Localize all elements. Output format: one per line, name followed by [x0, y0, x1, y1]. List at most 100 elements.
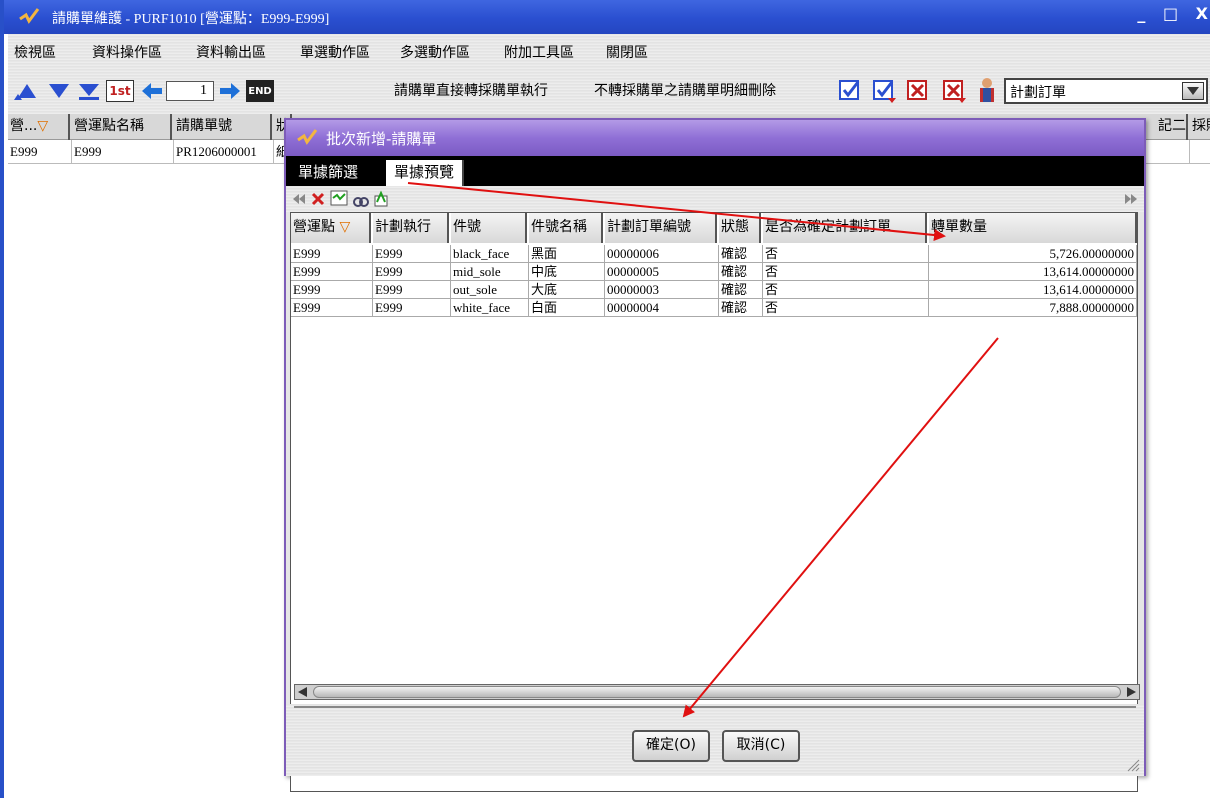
- dialog-title-bar: 批次新增-請購單: [286, 120, 1144, 156]
- cell-site: E999: [291, 299, 373, 317]
- scroll-thumb[interactable]: [313, 686, 1121, 698]
- cell-plan-exec: E999: [373, 245, 451, 263]
- last-record-icon[interactable]: [76, 80, 102, 102]
- dialog-footer: 確定(O) 取消(C): [286, 704, 1144, 776]
- first-page-icon[interactable]: 1st: [106, 80, 134, 102]
- cell-plan-exec: E999: [373, 299, 451, 317]
- cell-plan-order-no: 00000004: [605, 299, 719, 317]
- menu-data-output[interactable]: 資料輸出區: [196, 42, 266, 62]
- horizontal-scrollbar[interactable]: [294, 684, 1140, 700]
- col-header-status[interactable]: 狀態: [719, 213, 761, 243]
- cell-status: 確認: [719, 299, 763, 317]
- fast-forward-icon[interactable]: [1124, 192, 1138, 206]
- main-cell: E999: [72, 140, 174, 164]
- export-icon[interactable]: [372, 190, 390, 208]
- cell-status: 確認: [719, 245, 763, 263]
- cell-confirmed-plan: 否: [763, 245, 929, 263]
- cell-part-no: white_face: [451, 299, 529, 317]
- cell-part-name: 大底: [529, 281, 605, 299]
- confirm-button[interactable]: 確定(O): [632, 730, 710, 762]
- cell-plan-exec: E999: [373, 263, 451, 281]
- col-header-part-name[interactable]: 件號名稱: [529, 213, 603, 243]
- col-header-note2[interactable]: 記二: [1154, 114, 1188, 140]
- cell-transfer-qty: 5,726.00000000: [929, 245, 1137, 263]
- toolbar: 1st 1 END 請購單直接轉採購單執行 不轉採購單之請購單明細刪除 計劃訂單: [8, 66, 1210, 114]
- cell-part-name: 黑面: [529, 245, 605, 263]
- plan-order-select[interactable]: 計劃訂單: [1004, 78, 1208, 104]
- main-cell: [1154, 140, 1190, 164]
- delete-x-icon[interactable]: [310, 191, 326, 207]
- table-row[interactable]: E999 E999 mid_sole 中底 00000005 確認 否 13,6…: [291, 263, 1137, 281]
- uncheck-all-icon[interactable]: [942, 78, 968, 104]
- col-header-site-name[interactable]: 營運點名稱: [72, 114, 172, 140]
- resize-grip-icon[interactable]: [1126, 758, 1140, 772]
- menu-data-operation[interactable]: 資料操作區: [92, 42, 162, 62]
- next-record-icon[interactable]: [46, 80, 72, 102]
- record-number-input[interactable]: 1: [166, 81, 214, 101]
- cell-plan-order-no: 00000003: [605, 281, 719, 299]
- cell-plan-order-no: 00000005: [605, 263, 719, 281]
- tab-document-preview[interactable]: 單據預覽: [386, 160, 465, 186]
- col-header-requisition-no[interactable]: 請購單號: [174, 114, 272, 140]
- window-controls[interactable]: _ □ X: [1137, 4, 1210, 23]
- direct-convert-button[interactable]: 請購單直接轉採購單執行: [394, 80, 548, 100]
- col-header-plan-order-no[interactable]: 計劃訂單編號: [605, 213, 717, 243]
- col-header-confirmed-plan[interactable]: 是否為確定計劃訂單: [763, 213, 927, 243]
- col-header-plan-exec[interactable]: 計劃執行: [373, 213, 449, 243]
- check-icon[interactable]: [838, 78, 864, 104]
- delete-unconverted-button[interactable]: 不轉採購單之請購單明細刪除: [594, 80, 776, 100]
- cell-status: 確認: [719, 281, 763, 299]
- scroll-left-icon[interactable]: [296, 686, 310, 698]
- cell-status: 確認: [719, 263, 763, 281]
- link-icon[interactable]: [352, 191, 370, 209]
- window-title: 請購單維護 - PURF1010 [營運點：E999-E999]: [52, 12, 330, 27]
- forward-arrow-icon[interactable]: [218, 80, 242, 102]
- scroll-right-icon[interactable]: [1124, 686, 1138, 698]
- col-header-part-no[interactable]: 件號: [451, 213, 527, 243]
- grid-view-icon[interactable]: [330, 190, 348, 208]
- cell-plan-order-no: 00000006: [605, 245, 719, 263]
- cell-site: E999: [291, 263, 373, 281]
- batch-add-dialog: 批次新增-請購單 單據篩選 單據預覽 營運點 ▽ 計劃執行 件號 件號名稱 計劃…: [284, 118, 1146, 792]
- end-icon[interactable]: END: [246, 80, 274, 102]
- cell-site: E999: [291, 245, 373, 263]
- cancel-button[interactable]: 取消(C): [722, 730, 800, 762]
- menu-addon-tools[interactable]: 附加工具區: [504, 42, 574, 62]
- table-row[interactable]: E999 E999 out_sole 大底 00000003 確認 否 13,6…: [291, 281, 1137, 299]
- check-all-icon[interactable]: [872, 78, 898, 104]
- cell-confirmed-plan: 否: [763, 299, 929, 317]
- cell-part-no: black_face: [451, 245, 529, 263]
- chevron-down-icon[interactable]: [1182, 82, 1204, 100]
- menu-close[interactable]: 關閉區: [606, 42, 648, 62]
- back-arrow-icon[interactable]: [140, 80, 164, 102]
- title-bar: 請購單維護 - PURF1010 [營運點：E999-E999] _ □ X: [4, 0, 1210, 34]
- col-header-site[interactable]: 營運點 ▽: [291, 213, 371, 243]
- cell-confirmed-plan: 否: [763, 281, 929, 299]
- dialog-tab-strip: 單據篩選 單據預覽: [286, 156, 1144, 186]
- cell-part-name: 中底: [529, 263, 605, 281]
- cell-site: E999: [291, 281, 373, 299]
- cell-transfer-qty: 13,614.00000000: [929, 263, 1137, 281]
- cell-part-no: mid_sole: [451, 263, 529, 281]
- col-header-purchase[interactable]: 採購: [1190, 114, 1210, 140]
- person-icon[interactable]: [974, 76, 1000, 104]
- menu-view[interactable]: 檢視區: [14, 42, 56, 62]
- col-header-transfer-qty[interactable]: 轉單數量: [929, 213, 1137, 243]
- menu-single-action[interactable]: 單選動作區: [300, 42, 370, 62]
- dialog-toolbar: [286, 186, 1144, 212]
- first-record-icon[interactable]: [14, 80, 40, 102]
- main-cell: PR1206000001: [174, 140, 274, 164]
- menu-multi-action[interactable]: 多選動作區: [400, 42, 470, 62]
- cell-transfer-qty: 7,888.00000000: [929, 299, 1137, 317]
- uncheck-icon[interactable]: [906, 78, 932, 104]
- table-row[interactable]: E999 E999 black_face 黑面 00000006 確認 否 5,…: [291, 245, 1137, 263]
- rewind-icon[interactable]: [292, 192, 306, 206]
- plan-order-select-value: 計劃訂單: [1010, 85, 1066, 101]
- app-logo-icon: [297, 129, 318, 145]
- cell-transfer-qty: 13,614.00000000: [929, 281, 1137, 299]
- cell-confirmed-plan: 否: [763, 263, 929, 281]
- table-row[interactable]: E999 E999 white_face 白面 00000004 確認 否 7,…: [291, 299, 1137, 317]
- col-header-site[interactable]: 營...▽: [8, 114, 70, 140]
- dialog-title: 批次新增-請購單: [326, 130, 437, 148]
- tab-document-filter[interactable]: 單據篩選: [290, 160, 367, 186]
